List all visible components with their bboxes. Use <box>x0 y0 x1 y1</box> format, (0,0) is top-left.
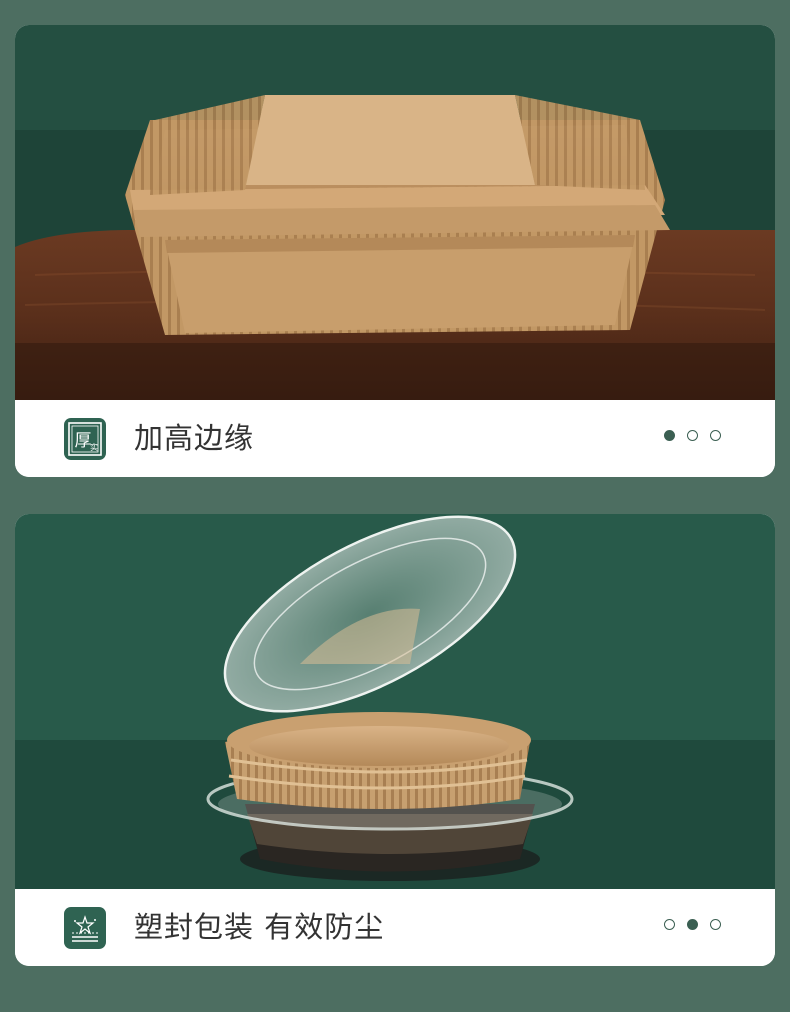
thick-stamp-icon: 厚 实 <box>64 418 106 460</box>
pagination-dot-1[interactable] <box>664 919 675 930</box>
svg-text:实: 实 <box>90 442 98 452</box>
pagination-dot-3[interactable] <box>710 919 721 930</box>
caption-bar: 厚 实 加高边缘 <box>15 400 775 477</box>
feature-caption: 塑封包装 有效防尘 <box>134 910 385 944</box>
sealed-package-icon <box>64 907 106 949</box>
pagination-dot-2[interactable] <box>687 919 698 930</box>
pagination-dot-3[interactable] <box>710 430 721 441</box>
pagination-dot-1[interactable] <box>664 430 675 441</box>
svg-text:厚: 厚 <box>75 431 92 451</box>
pagination-dots <box>664 430 721 446</box>
feature-caption: 加高边缘 <box>134 421 255 455</box>
product-photo-rectangular-liners <box>15 25 775 400</box>
pagination-dots <box>664 919 721 935</box>
pagination-dot-2[interactable] <box>687 430 698 441</box>
feature-card-sealed-package: 塑封包装 有效防尘 <box>15 514 775 966</box>
product-photo-round-liners-container <box>15 514 775 889</box>
feature-card-raised-edge: 厚 实 加高边缘 <box>15 25 775 477</box>
caption-bar: 塑封包装 有效防尘 <box>15 889 775 966</box>
